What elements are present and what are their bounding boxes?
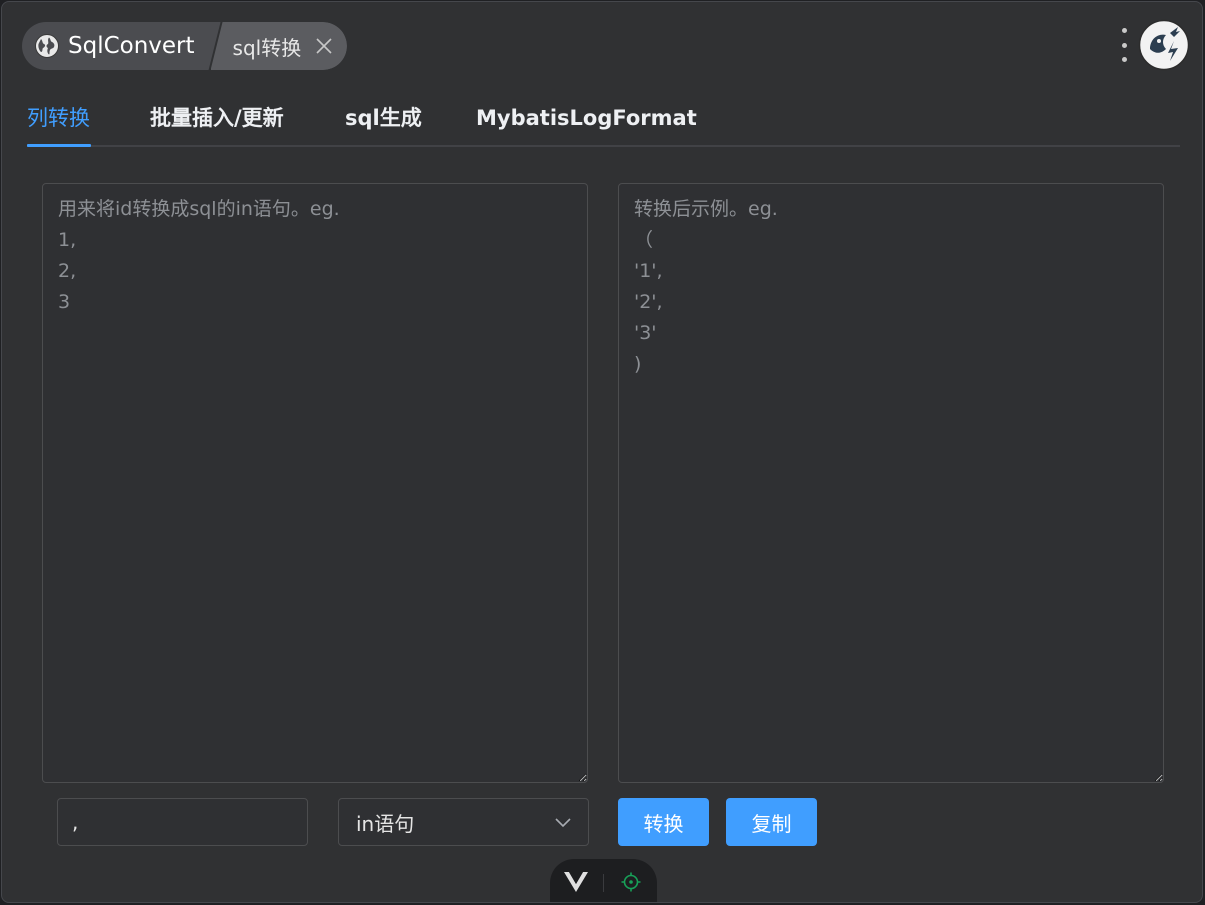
tab-sql-generate[interactable]: sql生成: [345, 98, 422, 138]
devtools-toolbar: [550, 859, 657, 902]
result-output-textarea[interactable]: [618, 183, 1164, 783]
convert-button[interactable]: 转换: [618, 798, 709, 846]
convert-mode-select[interactable]: in语句: [338, 798, 589, 846]
more-vertical-icon[interactable]: [1117, 28, 1131, 62]
tab-bar: 列转换 批量插入/更新 sql生成 MybatisLogFormat: [27, 98, 1180, 148]
separator-input[interactable]: [57, 798, 308, 846]
current-feature-label: sql转换: [232, 35, 302, 60]
globe-icon: [34, 33, 60, 59]
copy-button[interactable]: 复制: [726, 798, 817, 846]
source-input-textarea[interactable]: [42, 183, 588, 783]
target-icon[interactable]: [620, 871, 642, 893]
app-name: SqlConvert: [68, 33, 195, 59]
app-logo-icon[interactable]: [1138, 19, 1190, 71]
chevron-down-icon: [555, 818, 571, 828]
app-name-pill[interactable]: SqlConvert: [22, 22, 221, 70]
tab-column-convert[interactable]: 列转换: [27, 98, 90, 138]
tab-batch-insert-update[interactable]: 批量插入/更新: [150, 98, 284, 138]
convert-mode-value: in语句: [356, 811, 415, 836]
vue-logo-icon[interactable]: [563, 871, 589, 893]
active-tab-indicator: [27, 144, 91, 147]
plugin-window: SqlConvert sql转换 列转换 批量插入/更新 sql生成 Mybat…: [1, 1, 1203, 903]
devtools-divider: [603, 874, 604, 892]
tab-mybatis-log-format[interactable]: MybatisLogFormat: [476, 98, 697, 138]
feature-breadcrumb: SqlConvert sql转换: [22, 22, 348, 70]
current-feature-pill: sql转换: [210, 22, 348, 70]
tab-divider: [27, 145, 1180, 147]
close-icon[interactable]: [313, 35, 335, 57]
